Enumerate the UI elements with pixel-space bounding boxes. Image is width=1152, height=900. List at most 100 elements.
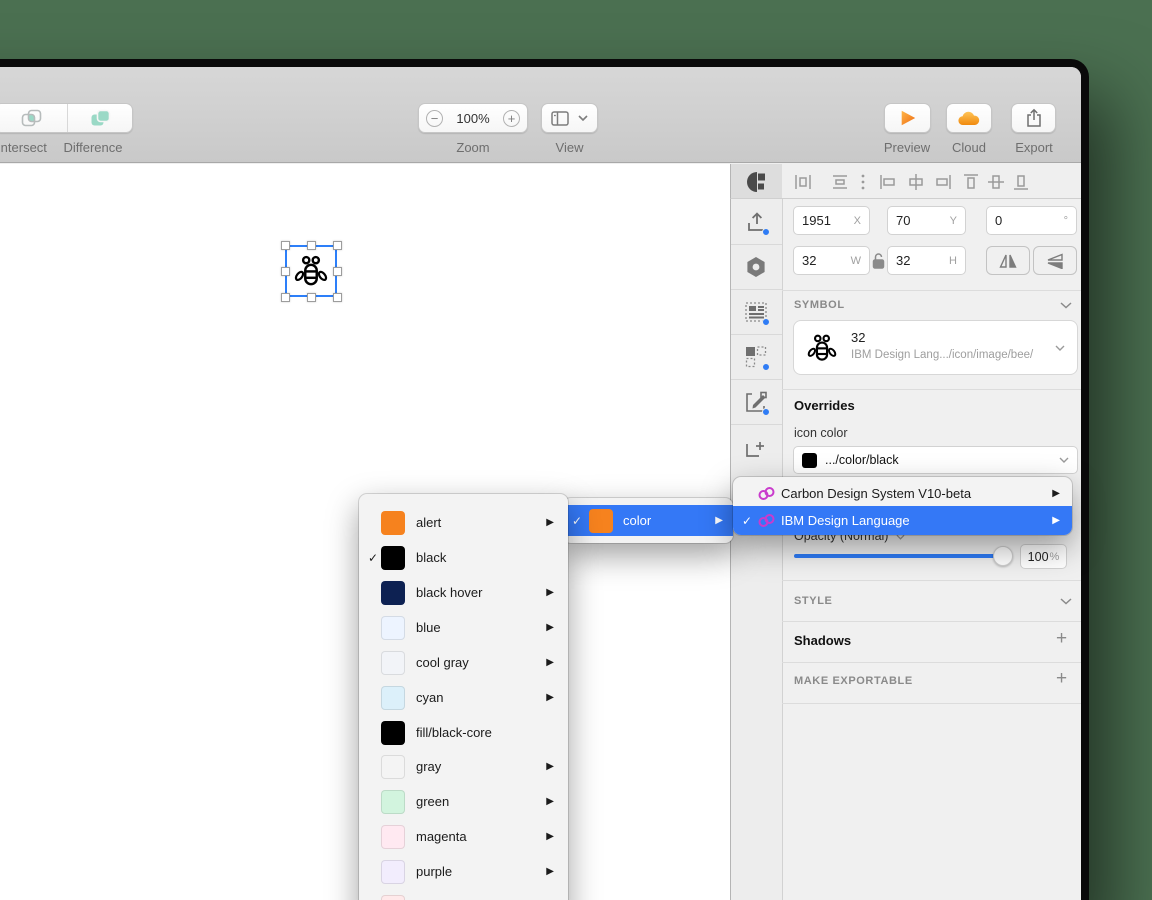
- menu-item-color-group[interactable]: ✓ color ▶: [563, 505, 733, 536]
- align-center-horizontal-icon[interactable]: [907, 173, 925, 191]
- view-button[interactable]: [541, 103, 598, 133]
- zoom-out-button[interactable]: −: [426, 109, 443, 127]
- flip-vertical-button[interactable]: [1033, 246, 1077, 275]
- view-group-label: View: [555, 140, 584, 155]
- menu-item-partial[interactable]: [359, 889, 568, 900]
- cloud-button[interactable]: [946, 103, 992, 133]
- submenu-arrow-icon: ▶: [546, 761, 554, 772]
- selection-handle[interactable]: [281, 267, 290, 276]
- select-similar-plugin-button[interactable]: [744, 345, 770, 371]
- x-position-field[interactable]: 1951 X: [793, 206, 870, 235]
- width-field[interactable]: 32 W: [793, 246, 870, 275]
- layout-plugin-button[interactable]: [744, 300, 770, 326]
- menu-item-ibm-design-language[interactable]: ✓ IBM Design Language ▶: [733, 506, 1072, 535]
- settings-plugin-button[interactable]: [744, 255, 768, 279]
- menu-item-cool-gray[interactable]: cool gray ▶: [359, 645, 568, 680]
- menu-item-magenta[interactable]: magenta ▶: [359, 819, 568, 854]
- intersect-button[interactable]: [0, 104, 67, 132]
- panel-layout-icon: [551, 110, 569, 126]
- add-frame-plugin-button[interactable]: [744, 435, 768, 459]
- color-group-swatch: [589, 508, 613, 533]
- submenu-arrow-icon: ▶: [715, 515, 723, 526]
- selection-handle[interactable]: [333, 241, 342, 250]
- chevron-down-icon[interactable]: [1060, 598, 1072, 605]
- bee-icon: [807, 334, 837, 361]
- chevron-down-icon[interactable]: [1060, 302, 1072, 309]
- selection-handle[interactable]: [281, 293, 290, 302]
- align-top-icon[interactable]: [962, 173, 980, 191]
- menu-item-black[interactable]: ✓ black: [359, 540, 568, 575]
- align-right-icon[interactable]: [934, 173, 952, 191]
- rotation-field[interactable]: 0 °: [986, 206, 1077, 235]
- menu-item-green[interactable]: green ▶: [359, 784, 568, 819]
- menu-item-alert[interactable]: alert ▶: [359, 505, 568, 540]
- menu-item-blue[interactable]: blue ▶: [359, 610, 568, 645]
- add-shadow-button[interactable]: +: [1056, 628, 1067, 650]
- x-unit: X: [853, 214, 861, 227]
- menu-item-gray[interactable]: gray ▶: [359, 749, 568, 784]
- menu-item-label: IBM Design Language: [781, 513, 910, 528]
- selection-handle[interactable]: [281, 241, 290, 250]
- more-options-icon[interactable]: [858, 173, 868, 191]
- color-swatch: [381, 615, 405, 640]
- color-swatch: [381, 580, 405, 605]
- menu-item-black-hover[interactable]: black hover ▶: [359, 575, 568, 610]
- height-field[interactable]: 32 H: [887, 246, 966, 275]
- cloud-icon: [958, 111, 980, 126]
- rotation-value: 0: [995, 213, 1003, 228]
- distribute-vertical-icon[interactable]: [831, 173, 849, 191]
- plugin-tab-active[interactable]: [730, 164, 782, 199]
- notification-dot: [762, 228, 770, 236]
- checkmark-icon: ✓: [367, 550, 379, 565]
- opacity-slider-track[interactable]: [794, 554, 1006, 558]
- play-icon: [901, 110, 915, 126]
- icon-color-dropdown[interactable]: .../color/black: [793, 446, 1078, 474]
- menu-item-cyan[interactable]: cyan ▶: [359, 680, 568, 715]
- zoom-in-button[interactable]: +: [503, 109, 520, 127]
- color-swatch: [381, 859, 405, 884]
- export-button[interactable]: [1011, 103, 1056, 133]
- chevron-down-icon: [1055, 345, 1065, 351]
- preview-button[interactable]: [884, 103, 931, 133]
- bee-symbol-instance[interactable]: [294, 254, 328, 288]
- color-swatch: [381, 685, 405, 710]
- upload-plugin-button[interactable]: [744, 210, 770, 236]
- notification-dot: [762, 408, 770, 416]
- distribute-horizontal-icon[interactable]: [794, 173, 812, 191]
- selection-handle[interactable]: [333, 267, 342, 276]
- opacity-value-field[interactable]: 100 %: [1020, 544, 1067, 569]
- opacity-slider-thumb[interactable]: [993, 546, 1013, 566]
- align-bottom-icon[interactable]: [1012, 173, 1030, 191]
- library-context-menu: Carbon Design System V10-beta ▶ ✓ IBM De…: [733, 477, 1072, 535]
- selection-handle[interactable]: [307, 241, 316, 250]
- menu-item-carbon-design-system[interactable]: Carbon Design System V10-beta ▶: [733, 480, 1072, 506]
- lock-unlocked-icon[interactable]: [872, 252, 885, 269]
- library-link-icon: [758, 514, 775, 527]
- chevron-down-icon: [578, 115, 588, 121]
- menu-item-purple[interactable]: purple ▶: [359, 854, 568, 889]
- add-export-button[interactable]: +: [1056, 668, 1067, 690]
- menu-item-label: blue: [416, 620, 441, 635]
- selection-handle[interactable]: [307, 293, 316, 302]
- menu-item-label: black: [416, 550, 447, 565]
- group-submenu: ✓ color ▶: [563, 498, 733, 543]
- selection-handle[interactable]: [333, 293, 342, 302]
- width-value: 32: [802, 253, 817, 268]
- color-swatch: [381, 510, 405, 535]
- difference-button[interactable]: [67, 104, 132, 132]
- align-left-icon[interactable]: [879, 173, 897, 191]
- submenu-arrow-icon: ▶: [546, 657, 554, 668]
- symbol-card[interactable]: 32 IBM Design Lang.../icon/image/bee/: [793, 320, 1078, 375]
- menu-item-label: magenta: [416, 829, 467, 844]
- edit-vector-plugin-button[interactable]: [744, 390, 770, 416]
- flip-horizontal-button[interactable]: [986, 246, 1030, 275]
- overrides-title: Overrides: [794, 398, 855, 413]
- icon-color-label: icon color: [794, 426, 848, 440]
- zoom-control: − 100% +: [418, 103, 528, 133]
- color-swatch: [381, 894, 405, 900]
- menu-item-fill-black-core[interactable]: fill/black-core: [359, 715, 568, 750]
- sketch-app-window: Intersect Difference − 100% + Zoom View: [0, 0, 1152, 900]
- y-position-field[interactable]: 70 Y: [887, 206, 966, 235]
- y-unit: Y: [949, 214, 957, 227]
- align-center-vertical-icon[interactable]: [987, 173, 1005, 191]
